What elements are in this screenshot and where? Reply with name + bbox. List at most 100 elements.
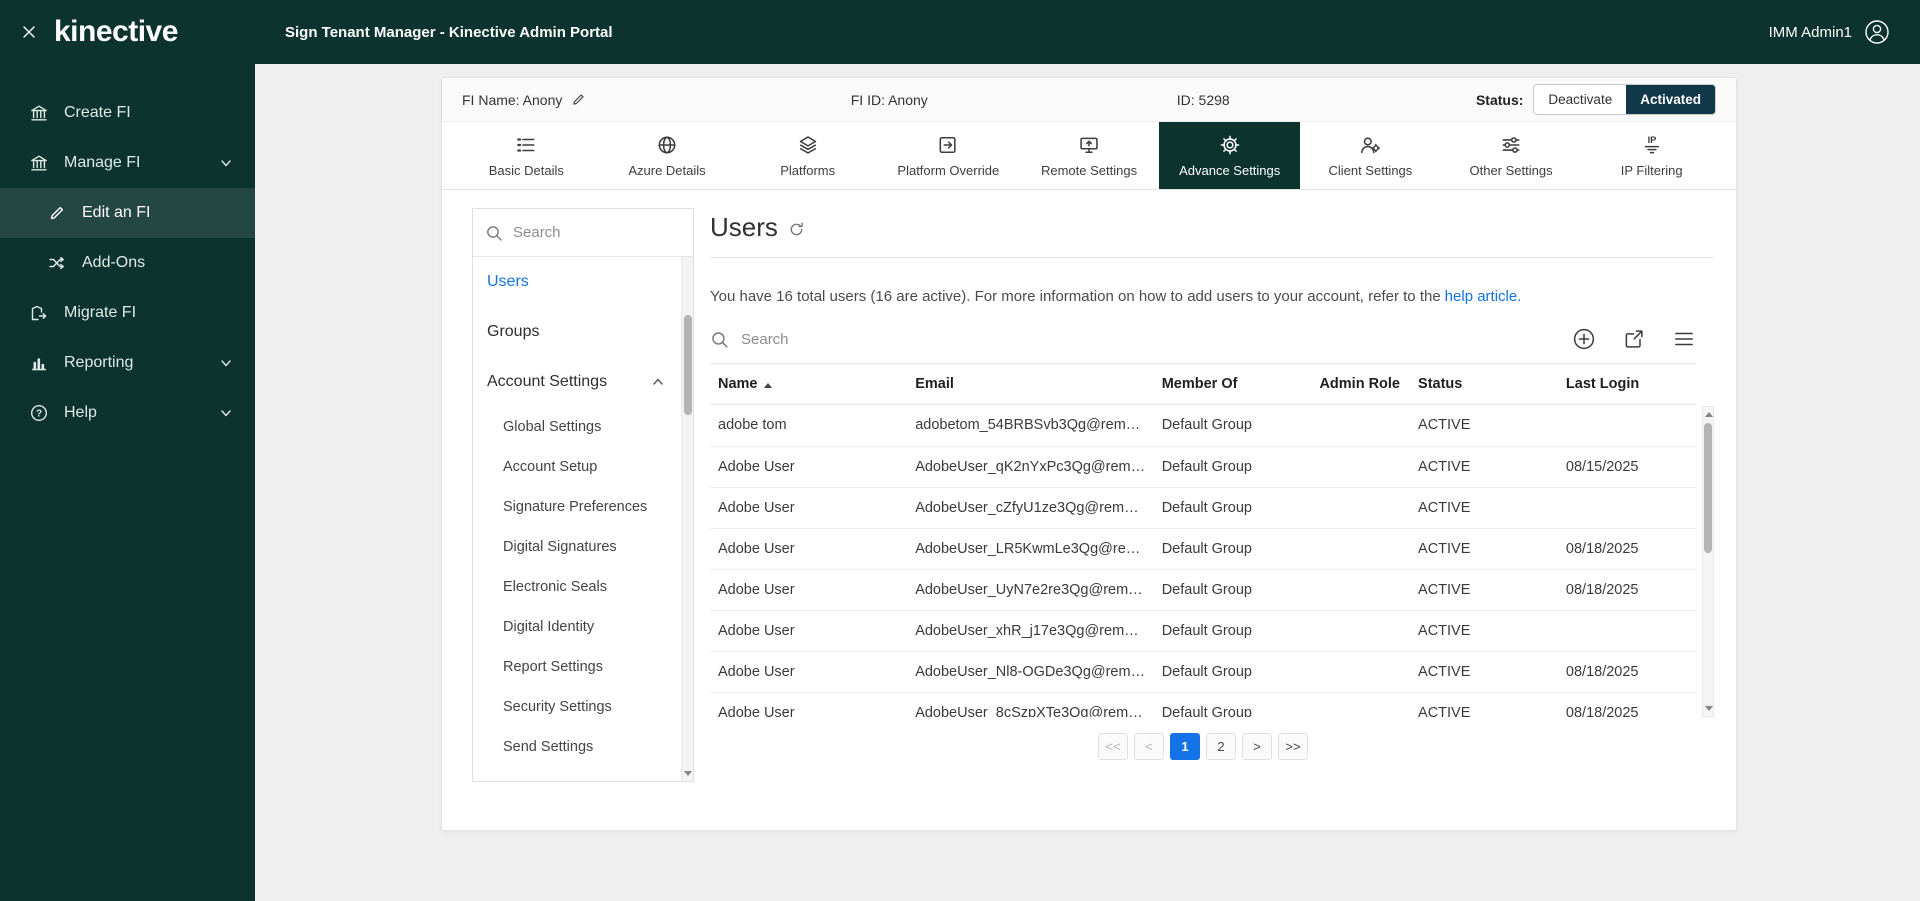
- column-header-admin-role[interactable]: Admin Role: [1311, 364, 1410, 405]
- status-control: Status: Deactivate Activated: [1476, 84, 1716, 115]
- table-row[interactable]: Adobe User AdobeUser_xhR_j17e3Qg@remotes…: [710, 610, 1696, 651]
- bar-chart-icon: [28, 353, 50, 373]
- export-icon[interactable]: [1622, 327, 1646, 351]
- settings-nav-digital-identity[interactable]: Digital Identity: [473, 607, 693, 647]
- column-header-email[interactable]: Email: [907, 364, 1154, 405]
- sidebar-item-label: Help: [64, 404, 97, 422]
- pagination-prev[interactable]: <: [1134, 733, 1164, 760]
- settings-nav-label: Groups: [487, 323, 539, 341]
- tab-azure-details[interactable]: Azure Details: [597, 122, 738, 189]
- cell-name: Adobe User: [710, 528, 907, 569]
- settings-nav-signature-preferences[interactable]: Signature Preferences: [473, 487, 693, 527]
- fi-card: FI Name: Anony FI ID: Anony ID: 5298 Sta…: [441, 77, 1737, 831]
- pagination-page-2[interactable]: 2: [1206, 733, 1236, 760]
- monitor-arrow-icon: [1078, 134, 1100, 156]
- globe-icon: [656, 134, 678, 156]
- pagination-next[interactable]: >: [1242, 733, 1272, 760]
- cell-email: AdobeUser_xhR_j17e3Qg@remotesig...: [907, 610, 1154, 651]
- menu-icon[interactable]: [1672, 327, 1696, 351]
- fi-name: FI Name: Anony: [462, 92, 562, 108]
- help-article-link[interactable]: help article.: [1445, 288, 1522, 305]
- column-header-last-login[interactable]: Last Login: [1558, 364, 1696, 405]
- table-row[interactable]: Adobe User AdobeUser_qK2nYxPc3Qg@remotes…: [710, 446, 1696, 487]
- settings-nav-electronic-seals[interactable]: Electronic Seals: [473, 567, 693, 607]
- scroll-down-arrow-icon[interactable]: [1705, 706, 1713, 711]
- edit-fi-name-icon[interactable]: [571, 92, 586, 107]
- cell-name: Adobe User: [710, 610, 907, 651]
- table-scrollbar[interactable]: [1702, 406, 1714, 717]
- user-menu[interactable]: IMM Admin1: [1769, 19, 1890, 45]
- pagination-last[interactable]: >>: [1278, 733, 1308, 760]
- tab-ip-filtering[interactable]: IP IP Filtering: [1581, 122, 1722, 189]
- sidebar-item-create-fi[interactable]: Create FI: [0, 88, 255, 138]
- sidebar-item-manage-fi[interactable]: Manage FI: [0, 138, 255, 188]
- scroll-down-arrow-icon[interactable]: [684, 771, 692, 776]
- table-row[interactable]: Adobe User AdobeUser_UyN7e2re3Qg@remotes…: [710, 569, 1696, 610]
- settings-nav-scrollbar[interactable]: [681, 257, 693, 781]
- deactivate-button[interactable]: Deactivate: [1534, 85, 1626, 114]
- tab-advance-settings[interactable]: Advance Settings: [1159, 122, 1300, 189]
- users-search-input[interactable]: [741, 331, 1041, 348]
- sidebar-item-edit-an-fi[interactable]: Edit an FI: [0, 188, 255, 238]
- cell-status: ACTIVE: [1410, 569, 1558, 610]
- settings-nav-sublabel: Account Setup: [503, 459, 597, 475]
- tab-client-settings[interactable]: Client Settings: [1300, 122, 1441, 189]
- tab-remote-settings[interactable]: Remote Settings: [1019, 122, 1160, 189]
- cell-member-of: Default Group: [1154, 446, 1312, 487]
- settings-nav-global-settings[interactable]: Global Settings: [473, 407, 693, 447]
- add-user-icon[interactable]: [1572, 327, 1596, 351]
- scroll-up-arrow-icon[interactable]: [1705, 412, 1713, 417]
- scrollbar-thumb[interactable]: [1704, 423, 1712, 553]
- sidebar-item-migrate-fi[interactable]: Migrate FI: [0, 288, 255, 338]
- column-header-name[interactable]: Name: [710, 364, 907, 405]
- cell-admin-role: [1311, 569, 1410, 610]
- settings-nav: Users Groups Account Settings Global Set…: [472, 208, 694, 782]
- settings-search-input[interactable]: [513, 224, 643, 241]
- tab-label: Platforms: [780, 163, 835, 178]
- table-row[interactable]: Adobe User AdobeUser_8cSzpXTe3Qg@remotes…: [710, 692, 1696, 717]
- topbar: Sign Tenant Manager - Kinective Admin Po…: [255, 0, 1920, 64]
- cell-member-of: Default Group: [1154, 405, 1312, 446]
- scrollbar-thumb[interactable]: [684, 315, 692, 415]
- sidebar-item-help[interactable]: ? Help: [0, 388, 255, 438]
- settings-nav-report-settings[interactable]: Report Settings: [473, 647, 693, 687]
- settings-nav-send-settings[interactable]: Send Settings: [473, 727, 693, 767]
- settings-nav-groups[interactable]: Groups: [473, 307, 693, 357]
- avatar-icon[interactable]: [1864, 19, 1890, 45]
- column-header-member-of[interactable]: Member Of: [1154, 364, 1312, 405]
- tab-label: Azure Details: [628, 163, 705, 178]
- users-heading: Users: [710, 208, 1714, 258]
- cell-last-login: 08/18/2025: [1558, 528, 1696, 569]
- sidebar-item-reporting[interactable]: Reporting: [0, 338, 255, 388]
- tab-basic-details[interactable]: Basic Details: [456, 122, 597, 189]
- sidebar-item-add-ons[interactable]: Add-Ons: [0, 238, 255, 288]
- table-row[interactable]: Adobe User AdobeUser_Nl8-OGDe3Qg@remotes…: [710, 651, 1696, 692]
- column-header-status[interactable]: Status: [1410, 364, 1558, 405]
- tab-platform-override[interactable]: Platform Override: [878, 122, 1019, 189]
- settings-nav-security-settings[interactable]: Security Settings: [473, 687, 693, 727]
- box-arrow-icon: [937, 134, 959, 156]
- cell-name: Adobe User: [710, 446, 907, 487]
- pagination-page-1[interactable]: 1: [1170, 733, 1200, 760]
- users-toolbar: [710, 327, 1714, 351]
- pagination: << < 1 2 > >>: [710, 733, 1714, 760]
- close-icon[interactable]: [20, 23, 38, 41]
- settings-nav-account-setup[interactable]: Account Setup: [473, 447, 693, 487]
- users-table-body: adobe tom adobetom_54BRBSvb3Qg@remotesig…: [710, 405, 1696, 717]
- activated-button[interactable]: Activated: [1626, 85, 1715, 114]
- refresh-icon[interactable]: [788, 221, 805, 238]
- cell-name: Adobe User: [710, 487, 907, 528]
- app-logo: kinective: [54, 15, 178, 49]
- settings-nav-users[interactable]: Users: [473, 257, 693, 307]
- cell-member-of: Default Group: [1154, 528, 1312, 569]
- cell-member-of: Default Group: [1154, 610, 1312, 651]
- table-row[interactable]: Adobe User AdobeUser_cZfyU1ze3Qg@remotes…: [710, 487, 1696, 528]
- page-title: Sign Tenant Manager - Kinective Admin Po…: [285, 24, 613, 41]
- table-row[interactable]: adobe tom adobetom_54BRBSvb3Qg@remotesig…: [710, 405, 1696, 446]
- pagination-first[interactable]: <<: [1098, 733, 1128, 760]
- table-row[interactable]: Adobe User AdobeUser_LR5KwmLe3Qg@remote.…: [710, 528, 1696, 569]
- tab-platforms[interactable]: Platforms: [737, 122, 878, 189]
- settings-nav-digital-signatures[interactable]: Digital Signatures: [473, 527, 693, 567]
- tab-other-settings[interactable]: Other Settings: [1441, 122, 1582, 189]
- settings-nav-account-settings[interactable]: Account Settings: [473, 357, 693, 407]
